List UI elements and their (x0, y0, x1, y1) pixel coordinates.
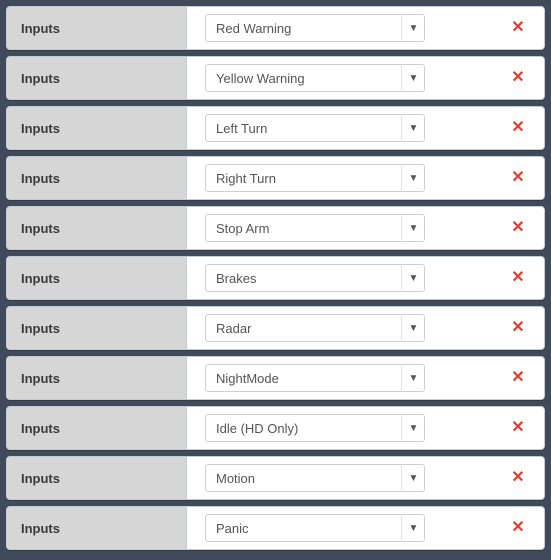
input-select[interactable]: Idle (HD Only) (205, 414, 425, 442)
input-row: Inputs Stop Arm ▼ ✕ (6, 206, 545, 250)
input-row-label: Inputs (7, 157, 187, 199)
input-row: Inputs Right Turn ▼ ✕ (6, 156, 545, 200)
input-row-label: Inputs (7, 307, 187, 349)
input-row-controls: NightMode ▼ ✕ (187, 357, 544, 399)
delete-button[interactable]: ✕ (506, 366, 530, 390)
input-select[interactable]: Right Turn (205, 164, 425, 192)
delete-button[interactable]: ✕ (506, 416, 530, 440)
delete-button[interactable]: ✕ (506, 16, 530, 40)
input-select[interactable]: Yellow Warning (205, 64, 425, 92)
input-label-text: Inputs (21, 221, 60, 236)
delete-button[interactable]: ✕ (506, 466, 530, 490)
input-row-label: Inputs (7, 507, 187, 549)
close-icon: ✕ (511, 470, 524, 486)
input-select-wrap: Radar ▼ (205, 314, 425, 342)
input-label-text: Inputs (21, 471, 60, 486)
input-label-text: Inputs (21, 121, 60, 136)
input-row: Inputs Left Turn ▼ ✕ (6, 106, 545, 150)
input-row-label: Inputs (7, 407, 187, 449)
input-select-wrap: Panic ▼ (205, 514, 425, 542)
close-icon: ✕ (511, 520, 524, 536)
input-row-label: Inputs (7, 357, 187, 399)
input-select-wrap: Idle (HD Only) ▼ (205, 414, 425, 442)
input-row: Inputs NightMode ▼ ✕ (6, 356, 545, 400)
input-select-wrap: Yellow Warning ▼ (205, 64, 425, 92)
input-row: Inputs Brakes ▼ ✕ (6, 256, 545, 300)
input-row-label: Inputs (7, 457, 187, 499)
input-label-text: Inputs (21, 521, 60, 536)
input-row-controls: Radar ▼ ✕ (187, 307, 544, 349)
input-row-controls: Brakes ▼ ✕ (187, 257, 544, 299)
input-label-text: Inputs (21, 171, 60, 186)
input-row-controls: Idle (HD Only) ▼ ✕ (187, 407, 544, 449)
delete-button[interactable]: ✕ (506, 166, 530, 190)
close-icon: ✕ (511, 120, 524, 136)
input-row-controls: Panic ▼ ✕ (187, 507, 544, 549)
close-icon: ✕ (511, 70, 524, 86)
input-select-wrap: Stop Arm ▼ (205, 214, 425, 242)
input-select[interactable]: Left Turn (205, 114, 425, 142)
input-select-wrap: NightMode ▼ (205, 364, 425, 392)
input-row-label: Inputs (7, 7, 187, 49)
input-label-text: Inputs (21, 71, 60, 86)
input-row: Inputs Idle (HD Only) ▼ ✕ (6, 406, 545, 450)
input-row: Inputs Red Warning ▼ ✕ (6, 6, 545, 50)
input-select[interactable]: Red Warning (205, 14, 425, 42)
input-row-controls: Right Turn ▼ ✕ (187, 157, 544, 199)
delete-button[interactable]: ✕ (506, 516, 530, 540)
input-label-text: Inputs (21, 421, 60, 436)
close-icon: ✕ (511, 420, 524, 436)
close-icon: ✕ (511, 170, 524, 186)
input-select[interactable]: Panic (205, 514, 425, 542)
close-icon: ✕ (511, 270, 524, 286)
input-select-wrap: Left Turn ▼ (205, 114, 425, 142)
close-icon: ✕ (511, 220, 524, 236)
delete-button[interactable]: ✕ (506, 316, 530, 340)
input-row: Inputs Radar ▼ ✕ (6, 306, 545, 350)
input-row-controls: Stop Arm ▼ ✕ (187, 207, 544, 249)
input-select-wrap: Motion ▼ (205, 464, 425, 492)
close-icon: ✕ (511, 20, 524, 36)
input-select-wrap: Brakes ▼ (205, 264, 425, 292)
close-icon: ✕ (511, 370, 524, 386)
input-label-text: Inputs (21, 21, 60, 36)
delete-button[interactable]: ✕ (506, 116, 530, 140)
input-row-controls: Left Turn ▼ ✕ (187, 107, 544, 149)
input-row: Inputs Yellow Warning ▼ ✕ (6, 56, 545, 100)
input-select[interactable]: Motion (205, 464, 425, 492)
delete-button[interactable]: ✕ (506, 66, 530, 90)
delete-button[interactable]: ✕ (506, 216, 530, 240)
input-select-wrap: Right Turn ▼ (205, 164, 425, 192)
input-select[interactable]: NightMode (205, 364, 425, 392)
input-row-controls: Red Warning ▼ ✕ (187, 7, 544, 49)
input-label-text: Inputs (21, 271, 60, 286)
input-label-text: Inputs (21, 371, 60, 386)
input-select-wrap: Red Warning ▼ (205, 14, 425, 42)
input-row: Inputs Motion ▼ ✕ (6, 456, 545, 500)
delete-button[interactable]: ✕ (506, 266, 530, 290)
input-select[interactable]: Radar (205, 314, 425, 342)
inputs-list: Inputs Red Warning ▼ ✕ Inputs Yellow War… (6, 6, 545, 550)
close-icon: ✕ (511, 320, 524, 336)
input-row-controls: Motion ▼ ✕ (187, 457, 544, 499)
input-select[interactable]: Brakes (205, 264, 425, 292)
input-row-label: Inputs (7, 257, 187, 299)
input-row-label: Inputs (7, 57, 187, 99)
input-row-label: Inputs (7, 207, 187, 249)
input-label-text: Inputs (21, 321, 60, 336)
input-select[interactable]: Stop Arm (205, 214, 425, 242)
input-row-label: Inputs (7, 107, 187, 149)
input-row-controls: Yellow Warning ▼ ✕ (187, 57, 544, 99)
input-row: Inputs Panic ▼ ✕ (6, 506, 545, 550)
